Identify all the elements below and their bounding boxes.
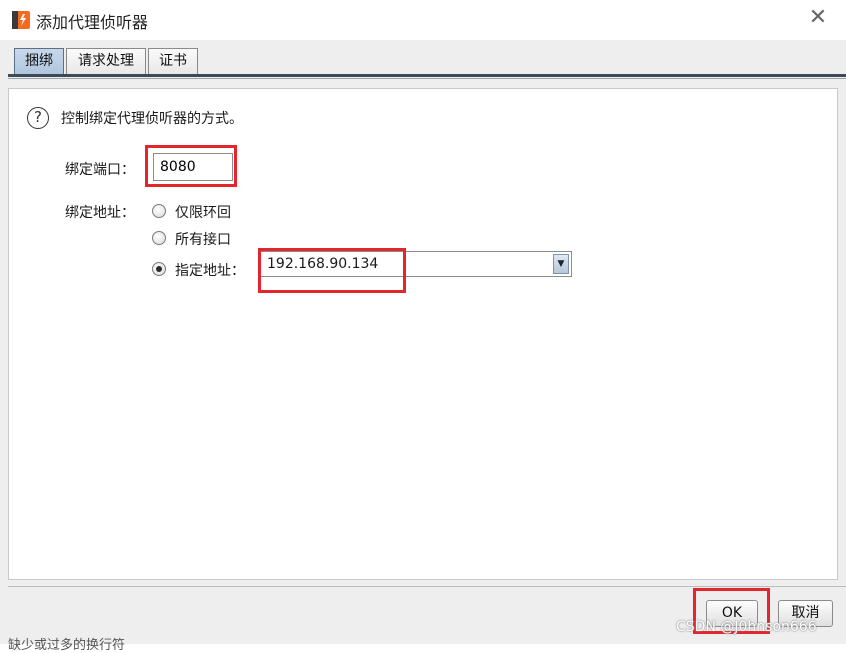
binding-description: 控制绑定代理侦听器的方式。 bbox=[61, 111, 243, 127]
port-input[interactable] bbox=[153, 153, 233, 181]
binding-panel: ? 控制绑定代理侦听器的方式。 绑定端口： 绑定地址： 仅限环回 所有接口 指定… bbox=[8, 88, 838, 580]
radio-specific-address-label: 指定地址： bbox=[175, 263, 245, 279]
help-icon: ? bbox=[27, 107, 49, 129]
close-icon[interactable]: ✕ bbox=[806, 6, 830, 30]
chevron-down-icon[interactable]: ▼ bbox=[553, 254, 569, 274]
address-dropdown[interactable]: 192.168.90.134 ▼ bbox=[258, 251, 572, 277]
port-label: 绑定端口： bbox=[65, 162, 135, 178]
tab-divider bbox=[8, 74, 846, 77]
address-label: 绑定地址： bbox=[65, 205, 135, 221]
radio-all-interfaces-label: 所有接口 bbox=[175, 232, 231, 248]
title-bar: 添加代理侦听器 ✕ bbox=[0, 0, 846, 40]
radio-specific-address[interactable] bbox=[152, 262, 166, 276]
tab-divider-lower bbox=[8, 78, 846, 79]
tab-binding[interactable]: 捆绑 bbox=[14, 48, 64, 74]
radio-all-interfaces[interactable] bbox=[152, 231, 166, 245]
window-title: 添加代理侦听器 bbox=[36, 13, 149, 32]
address-dropdown-value: 192.168.90.134 bbox=[267, 256, 379, 272]
radio-loopback[interactable] bbox=[152, 204, 166, 218]
tab-certificate[interactable]: 证书 bbox=[148, 48, 198, 74]
burp-app-icon bbox=[12, 11, 30, 29]
radio-loopback-label: 仅限环回 bbox=[175, 205, 231, 221]
footer-divider bbox=[8, 586, 846, 587]
csdn-watermark: CSDN @J0hnson666 bbox=[676, 619, 817, 635]
tab-request-handling[interactable]: 请求处理 bbox=[66, 48, 146, 74]
dialog-body: 捆绑 请求处理 证书 ? 控制绑定代理侦听器的方式。 绑定端口： 绑定地址： 仅… bbox=[0, 40, 846, 644]
